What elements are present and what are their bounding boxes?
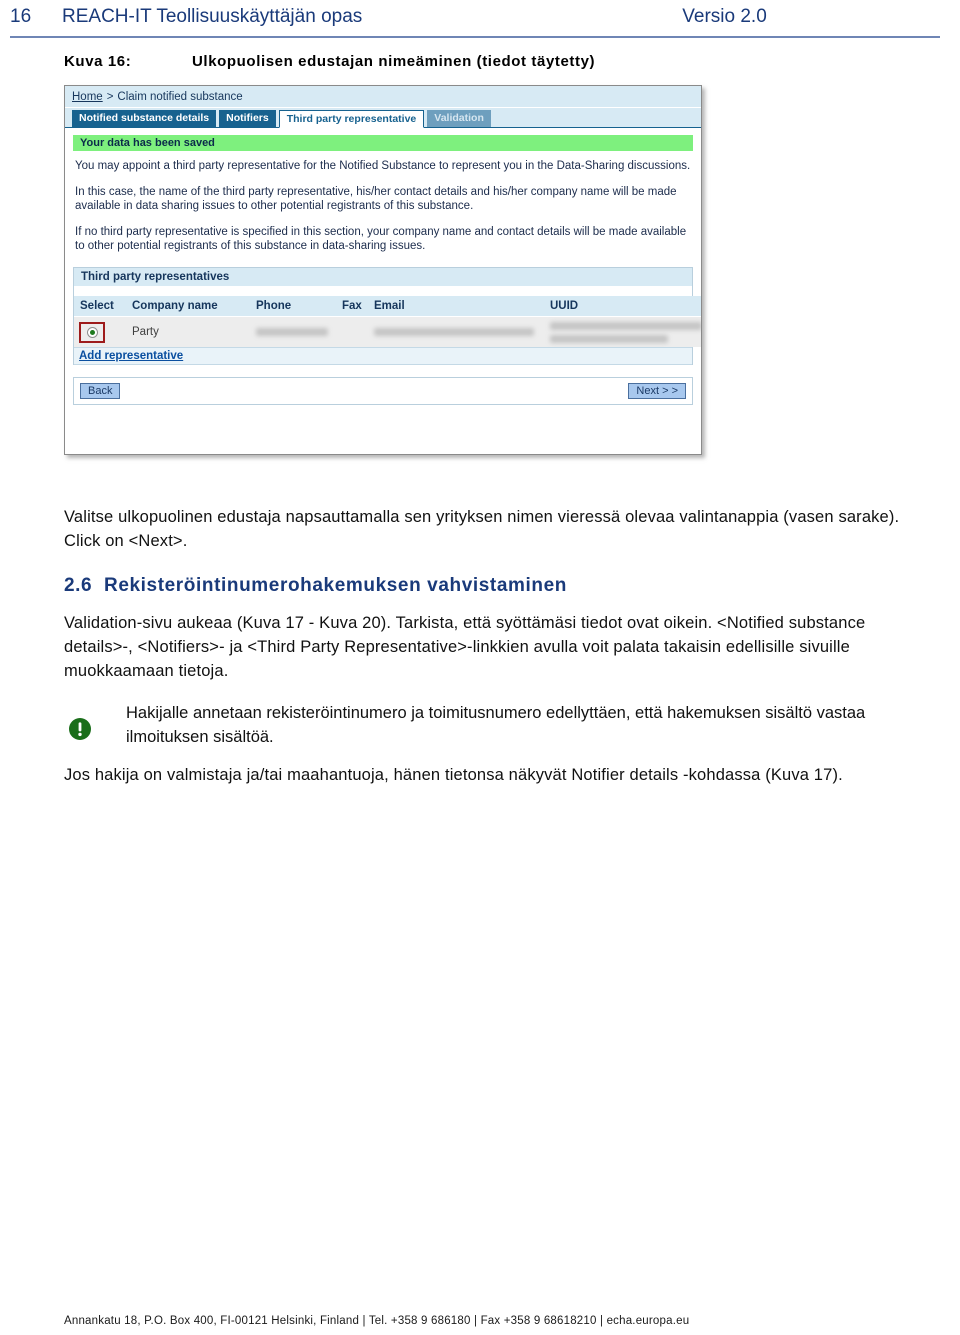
document-body: Valitse ulkopuolinen edustaja napsauttam…: [64, 505, 900, 793]
add-representative-link[interactable]: Add representative: [79, 350, 183, 362]
tab-third-party-representative[interactable]: Third party representative: [278, 110, 425, 128]
tab-notified-substance-details[interactable]: Notified substance details: [72, 110, 217, 127]
table-row: Party: [74, 316, 701, 347]
embedded-application-screenshot: Home > Claim notified substance Notified…: [64, 85, 702, 455]
redacted-uuid-value-line1: [550, 321, 701, 330]
note-text: Hakijalle annetaan rekisteröintinumero j…: [126, 704, 866, 746]
page-number: 16: [10, 6, 32, 27]
column-header-uuid: UUID: [544, 296, 701, 317]
tab-validation: Validation: [427, 110, 491, 127]
column-header-fax: Fax: [336, 296, 368, 317]
breadcrumb-separator: >: [106, 90, 114, 103]
next-button[interactable]: Next > >: [628, 383, 686, 399]
third-party-representatives-panel: Third party representatives Select Compa…: [73, 267, 701, 365]
cell-email-redacted: [368, 316, 544, 347]
cell-fax-redacted: [336, 316, 368, 347]
page-footer: Annankatu 18, P.O. Box 400, FI-00121 Hel…: [64, 1315, 690, 1327]
representatives-table: Select Company name Phone Fax Email UUID: [74, 296, 701, 347]
tab-bar: Notified substance details Notifiers Thi…: [65, 108, 701, 128]
document-title: REACH-IT Teollisuuskäyttäjän opas: [62, 6, 363, 27]
figure-caption: Kuva 16: Ulkopuolisen edustajan nimeämin…: [64, 53, 595, 70]
redacted-phone-value: [256, 328, 328, 336]
info-paragraph-1: You may appoint a third party representa…: [75, 160, 691, 172]
section-title: Rekisteröintinumerohakemuksen vahvistami…: [104, 575, 567, 596]
page-header: 16 REACH-IT Teollisuuskäyttäjän opas Ver…: [0, 0, 960, 40]
screenshot-button-bar: Back Next > >: [73, 377, 693, 405]
select-radio-button[interactable]: [86, 326, 98, 338]
note-block: Hakijalle annetaan rekisteröintinumero j…: [64, 701, 900, 749]
column-header-email: Email: [368, 296, 544, 317]
header-divider: [10, 36, 940, 38]
cell-company-name: Party: [132, 326, 159, 338]
figure-caption-text: Ulkopuolisen edustajan nimeäminen (tiedo…: [192, 53, 596, 70]
add-representative-row: Add representative: [74, 347, 692, 365]
column-header-phone: Phone: [250, 296, 336, 317]
document-version: Versio 2.0: [682, 6, 767, 27]
panel-spacer: [74, 286, 692, 296]
redacted-email-value: [374, 328, 534, 336]
column-header-select: Select: [74, 296, 126, 317]
info-paragraph-2: In this case, the name of the third part…: [75, 186, 677, 212]
back-button[interactable]: Back: [80, 383, 121, 399]
section-heading: 2.6 Rekisteröintinumerohakemuksen vahvis…: [64, 575, 900, 597]
column-header-company-name: Company name: [126, 296, 250, 317]
body-paragraph-2: Jos hakija on valmistaja ja/tai maahantu…: [64, 766, 843, 784]
panel-title: Third party representatives: [74, 268, 692, 286]
body-paragraph-1: Validation-sivu aukeaa (Kuva 17 - Kuva 2…: [64, 614, 866, 680]
saved-status-banner: Your data has been saved: [73, 135, 693, 151]
breadcrumb: Home > Claim notified substance: [65, 86, 701, 108]
screenshot-content: Your data has been saved You may appoint…: [65, 135, 701, 405]
tab-notifiers[interactable]: Notifiers: [219, 110, 276, 127]
figure-label: Kuva 16:: [64, 53, 132, 70]
section-number: 2.6: [64, 575, 93, 596]
breadcrumb-current: Claim notified substance: [117, 90, 243, 103]
radio-highlight-annotation: [79, 321, 105, 343]
redacted-uuid-value-line2: [550, 334, 668, 343]
row-select-cell: [74, 316, 126, 347]
intro-paragraph: Valitse ulkopuolinen edustaja napsauttam…: [64, 508, 900, 550]
breadcrumb-home-link[interactable]: Home: [72, 91, 103, 103]
cell-uuid-redacted: [544, 316, 701, 347]
cell-phone-redacted: [250, 316, 336, 347]
info-paragraph-3: If no third party representative is spec…: [75, 226, 687, 252]
exclamation-circle-icon: [68, 717, 92, 741]
table-header-row: Select Company name Phone Fax Email UUID: [74, 296, 701, 317]
